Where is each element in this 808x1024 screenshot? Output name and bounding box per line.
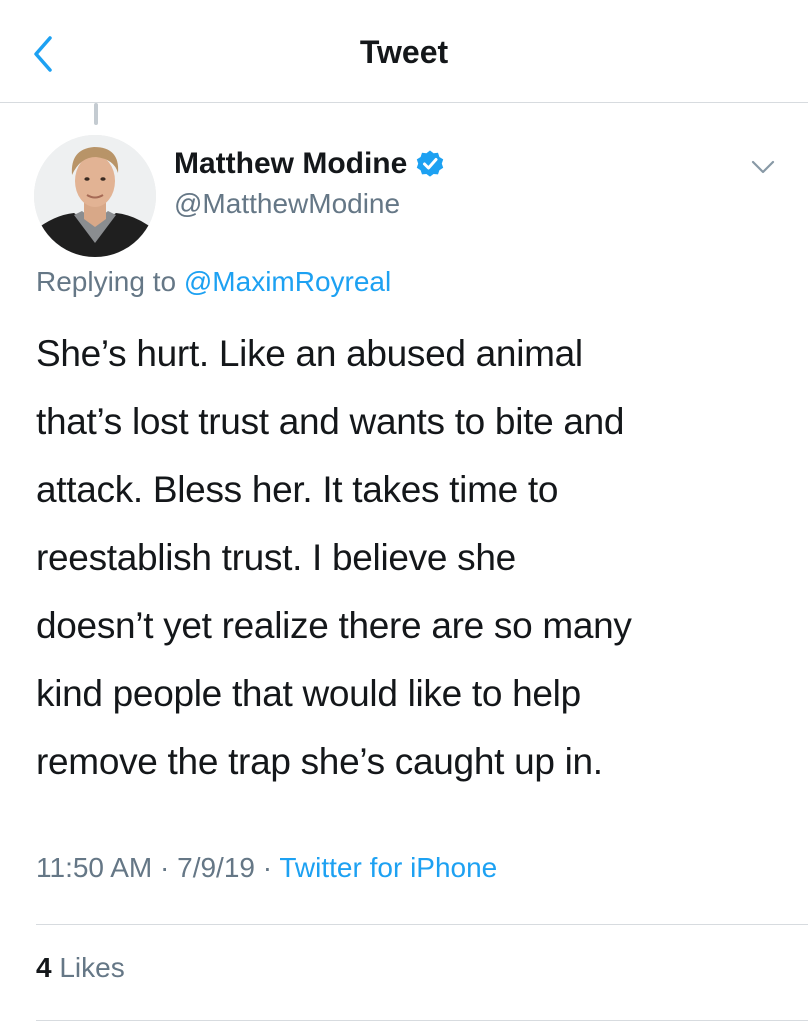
verified-badge-icon [417, 150, 444, 177]
thread-connector-line [94, 103, 98, 125]
tweet-text-line: attack. Bless her. It takes time to [36, 469, 559, 510]
tweet-text-line: She’s hurt. Like an abused animal [36, 333, 583, 374]
tweet-time: 11:50 AM [36, 852, 153, 883]
author-display-name[interactable]: Matthew Modine [174, 147, 407, 181]
tweet-text-line: doesn’t yet realize there are so many [36, 605, 632, 646]
tweet-detail-page: Tweet Matthew Modine @MatthewModine Repl… [0, 0, 808, 1024]
author-name-row[interactable]: Matthew Modine [174, 144, 445, 184]
tweet-meta: 11:50 AM · 7/9/19 · Twitter for iPhone [36, 852, 497, 884]
replying-to-prefix: Replying to [36, 266, 177, 297]
tweet-text-line: reestablish trust. I believe she [36, 537, 516, 578]
tweet-text-line: that’s lost trust and wants to bite and [36, 401, 625, 442]
divider [36, 924, 808, 925]
meta-separator: · [262, 852, 273, 883]
chevron-down-icon [751, 160, 775, 174]
meta-separator: · [160, 852, 170, 883]
tweet-source-link[interactable]: Twitter for iPhone [279, 852, 497, 883]
divider [36, 1020, 808, 1021]
page-title: Tweet [359, 34, 449, 70]
avatar-photo [34, 135, 156, 257]
tweet-text-line: kind people that would like to help [36, 673, 581, 714]
tweet-text: She’s hurt. Like an abused animal that’s… [36, 320, 786, 796]
author-avatar[interactable] [34, 135, 156, 257]
tweet-options-button[interactable] [748, 152, 778, 182]
replying-to-handle-link[interactable]: @MaximRoyreal [184, 266, 391, 297]
tweet-text-line: remove the trap she’s caught up in. [36, 741, 603, 782]
replying-to-line: Replying to @MaximRoyreal [36, 266, 391, 298]
tweet-date: 7/9/19 [177, 852, 255, 883]
likes-stat[interactable]: 4 Likes [36, 952, 125, 984]
top-nav-bar: Tweet [0, 0, 808, 103]
author-handle[interactable]: @MatthewModine [174, 188, 400, 220]
likes-count: 4 [36, 952, 52, 983]
likes-label: Likes [59, 952, 125, 983]
